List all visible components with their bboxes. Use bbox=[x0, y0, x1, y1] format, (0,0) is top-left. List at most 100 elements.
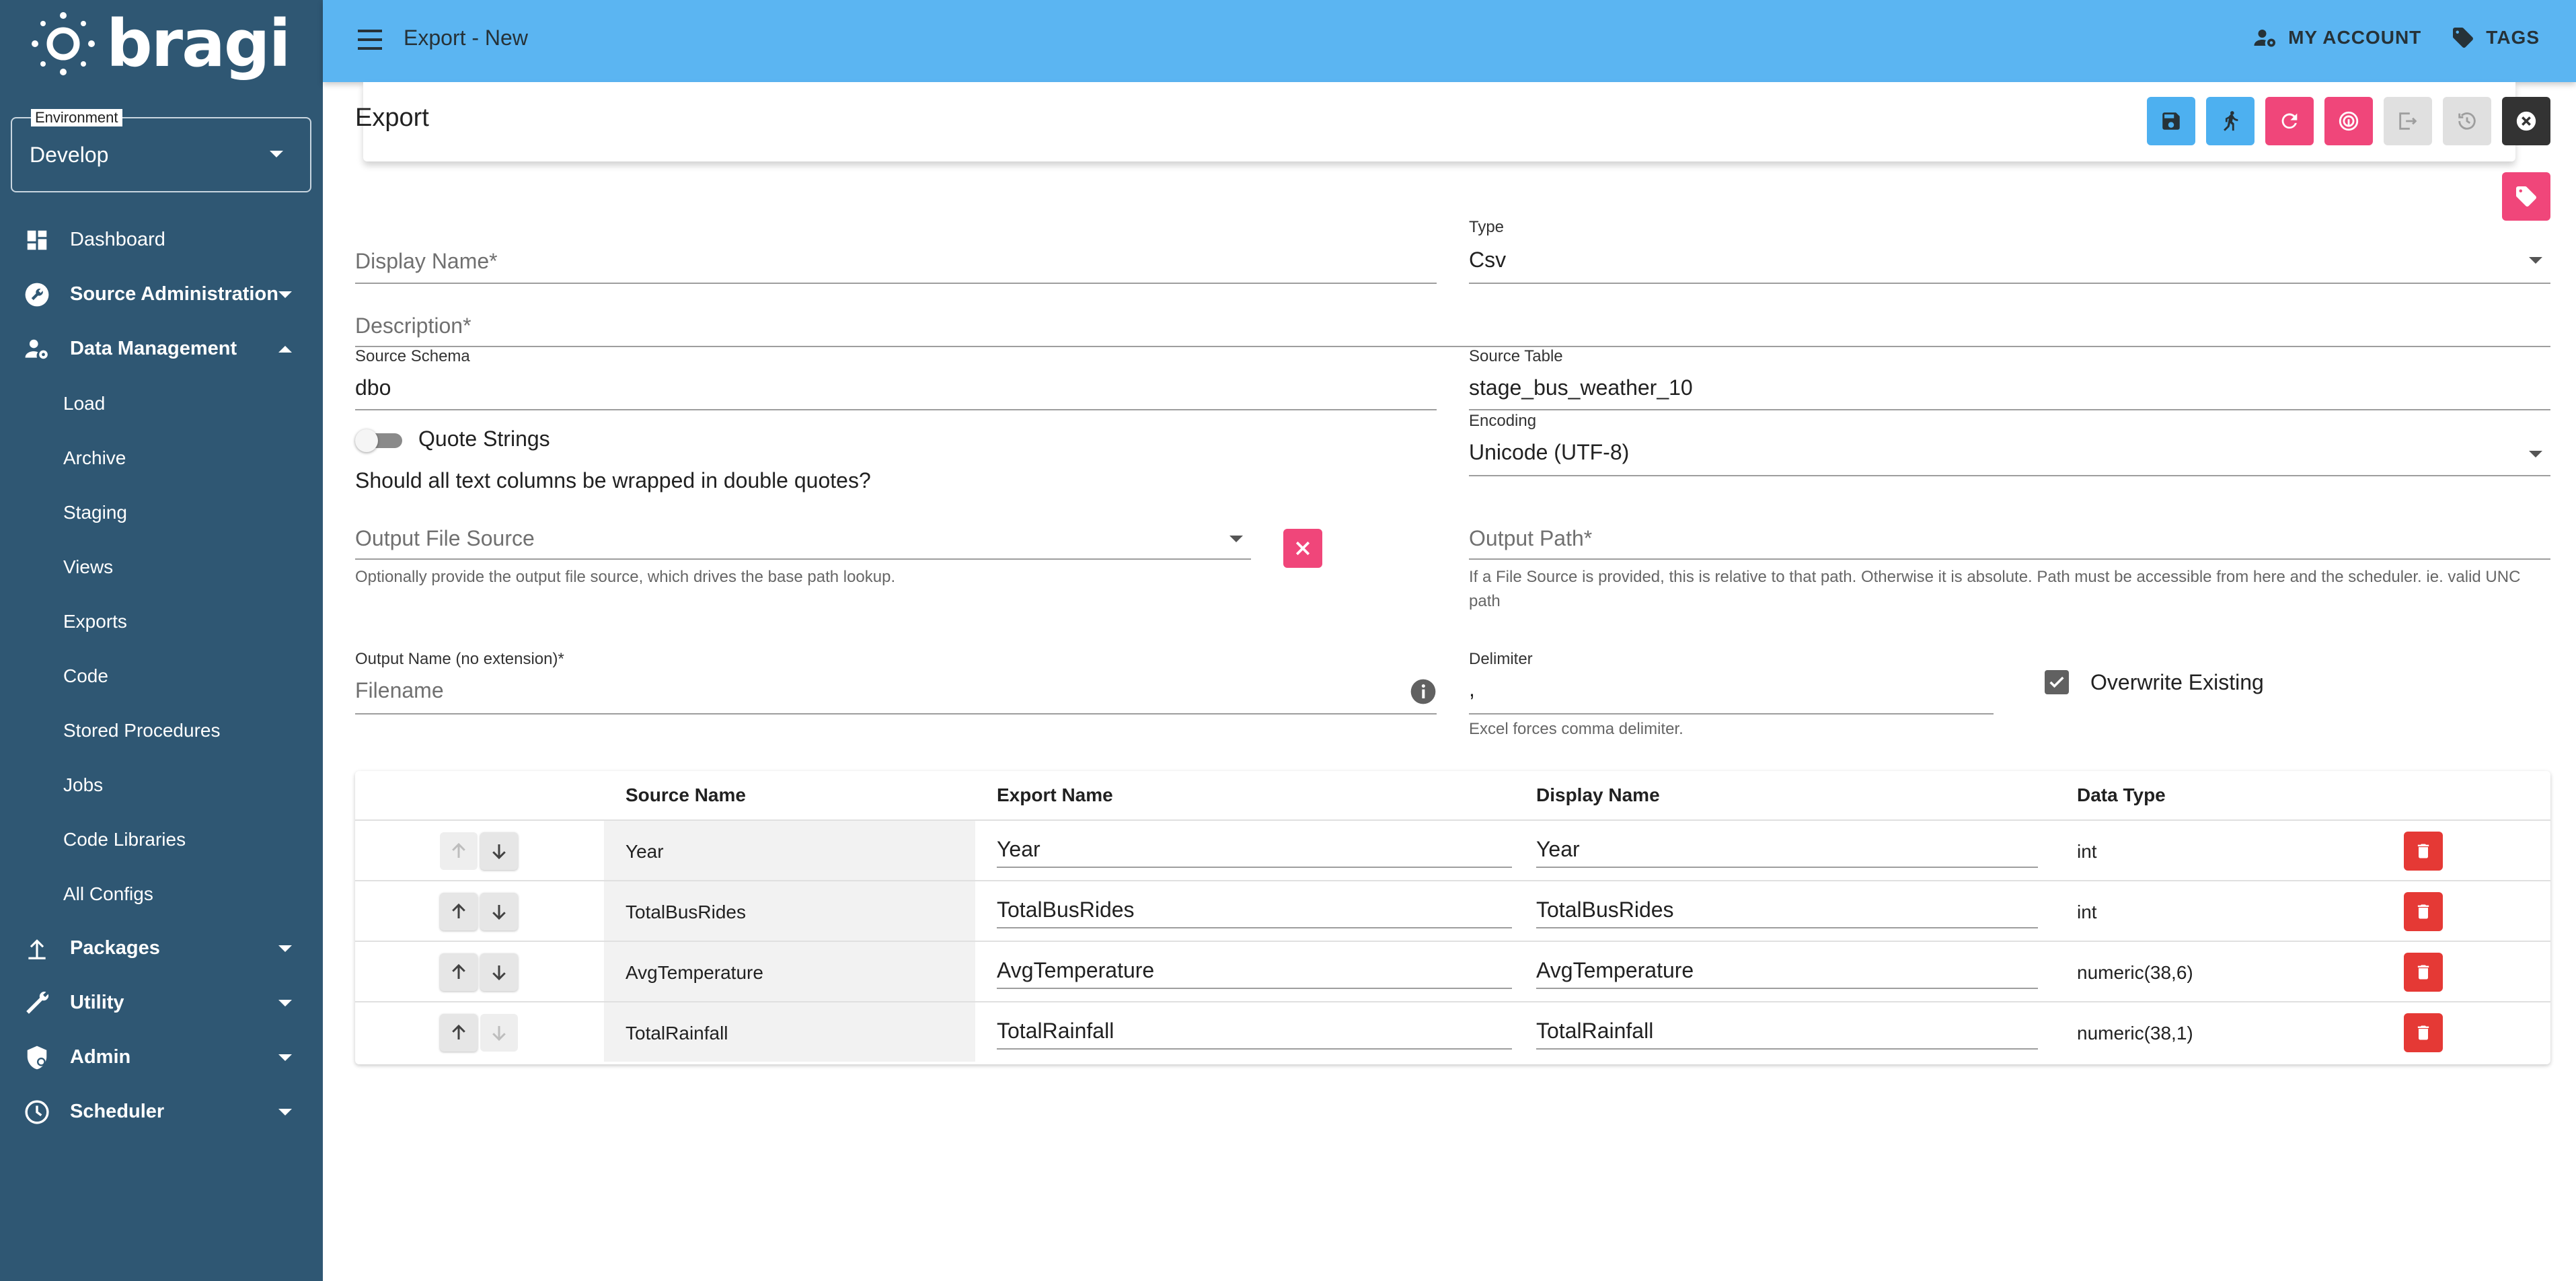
caret-down-icon bbox=[278, 291, 292, 298]
data-type: numeric(38,1) bbox=[2077, 1023, 2193, 1044]
environment-select[interactable]: Environment Develop bbox=[11, 109, 311, 192]
history-button[interactable] bbox=[2443, 97, 2491, 145]
sidebar-subitem-jobs[interactable]: Jobs bbox=[0, 758, 323, 812]
sidebar-item-admin[interactable]: Admin bbox=[0, 1030, 323, 1085]
output-path-hint: If a File Source is provided, this is re… bbox=[1469, 568, 2521, 610]
environment-label: Environment bbox=[31, 109, 122, 126]
data-type: numeric(38,6) bbox=[2077, 962, 2193, 983]
encoding-label: Encoding bbox=[1469, 412, 1537, 430]
sidebar-subitem-exports[interactable]: Exports bbox=[0, 594, 323, 649]
source-schema-field[interactable]: Source Schema dbo bbox=[355, 347, 1437, 412]
tags-button[interactable]: TAGS bbox=[2451, 26, 2540, 50]
close-button[interactable] bbox=[2502, 97, 2550, 145]
sidebar-subitem-code-libraries[interactable]: Code Libraries bbox=[0, 812, 323, 867]
sidebar-subitem-stored-procedures[interactable]: Stored Procedures bbox=[0, 703, 323, 758]
quote-strings-label: Quote Strings bbox=[418, 427, 550, 451]
caret-down-icon bbox=[2529, 451, 2542, 458]
caret-down-icon bbox=[278, 945, 292, 952]
display-name-input[interactable]: TotalRainfall bbox=[1536, 1015, 2038, 1050]
export-button[interactable] bbox=[2384, 97, 2432, 145]
source-name: TotalRainfall bbox=[626, 1023, 728, 1044]
export-name-input[interactable]: TotalRainfall bbox=[997, 1015, 1512, 1050]
tools-icon bbox=[26, 991, 49, 1014]
export-name-input[interactable]: AvgTemperature bbox=[997, 954, 1512, 989]
output-name-label: Output Name (no extension)* bbox=[355, 650, 564, 668]
caret-down-icon bbox=[1229, 536, 1243, 542]
sidebar-subitem-all-configs[interactable]: All Configs bbox=[0, 867, 323, 921]
app-logo[interactable]: bragi bbox=[30, 6, 291, 81]
arrow-down-icon bbox=[492, 965, 506, 981]
sidebar-subitem-archive[interactable]: Archive bbox=[0, 431, 323, 485]
display-name-field[interactable]: Display Name* bbox=[355, 245, 1437, 285]
menu-icon[interactable] bbox=[358, 30, 382, 50]
display-name-placeholder: Display Name* bbox=[355, 249, 498, 273]
data-type: int bbox=[2077, 902, 2097, 922]
description-field[interactable]: Description* bbox=[355, 309, 2550, 350]
source-table-field[interactable]: Source Table stage_bus_weather_10 bbox=[1469, 347, 2550, 412]
delete-row-button[interactable] bbox=[2404, 892, 2443, 931]
move-down-button[interactable] bbox=[480, 1014, 518, 1052]
info-icon[interactable] bbox=[1410, 678, 1437, 705]
refresh-button[interactable] bbox=[2265, 97, 2314, 145]
sidebar-item-scheduler[interactable]: Scheduler bbox=[0, 1085, 323, 1139]
delete-row-button[interactable] bbox=[2404, 832, 2443, 871]
delete-row-button[interactable] bbox=[2404, 1013, 2443, 1052]
sidebar-subitem-code[interactable]: Code bbox=[0, 649, 323, 703]
sidebar-subitem-staging[interactable]: Staging bbox=[0, 485, 323, 540]
display-name-input[interactable]: Year bbox=[1536, 833, 2038, 868]
delete-row-button[interactable] bbox=[2404, 953, 2443, 992]
trash-icon bbox=[2417, 1025, 2429, 1040]
sidebar-item-source-administration[interactable]: Source Administration bbox=[0, 267, 323, 322]
column-header-display-name: Display Name bbox=[1536, 784, 1660, 805]
column-header-export-name: Export Name bbox=[997, 784, 1113, 805]
sidebar-item-packages[interactable]: Packages bbox=[0, 921, 323, 976]
type-value: Csv bbox=[1469, 248, 1507, 272]
source-name: AvgTemperature bbox=[626, 962, 763, 983]
column-header-data-type: Data Type bbox=[2077, 784, 2166, 805]
sidebar-subitem-views[interactable]: Views bbox=[0, 540, 323, 594]
export-name-input[interactable]: TotalBusRides bbox=[997, 893, 1512, 928]
table-row: TotalBusRides TotalBusRides TotalBusRide… bbox=[355, 880, 2550, 941]
move-up-button[interactable] bbox=[440, 832, 478, 870]
sidebar-item-label: Source Administration bbox=[70, 283, 278, 305]
sidebar-subitem-load[interactable]: Load bbox=[0, 376, 323, 431]
sidebar-nav: Dashboard Source Administration Data Man… bbox=[0, 213, 323, 1139]
sidebar-item-dashboard[interactable]: Dashboard bbox=[0, 213, 323, 267]
user-gear-icon bbox=[25, 339, 48, 359]
move-up-button[interactable] bbox=[440, 953, 478, 991]
display-name-input[interactable]: TotalBusRides bbox=[1536, 893, 2038, 928]
display-name-input[interactable]: AvgTemperature bbox=[1536, 954, 2038, 989]
overwrite-existing-checkbox[interactable] bbox=[2045, 670, 2069, 694]
app-bar-title: Export - New bbox=[404, 26, 528, 50]
columns-table: Source Name Export Name Display Name Dat… bbox=[355, 771, 2550, 1064]
delimiter-field[interactable]: Delimiter , Excel forces comma delimiter… bbox=[1469, 650, 1994, 744]
my-account-button[interactable]: MY ACCOUNT bbox=[2253, 26, 2421, 50]
arrow-up-icon bbox=[452, 903, 465, 918]
sidebar-item-data-management[interactable]: Data Management bbox=[0, 322, 323, 376]
sidebar-item-utility[interactable]: Utility bbox=[0, 976, 323, 1030]
delimiter-label: Delimiter bbox=[1469, 650, 1533, 668]
type-select[interactable]: Type Csv bbox=[1469, 218, 2550, 285]
move-down-button[interactable] bbox=[480, 832, 518, 870]
trash-icon bbox=[2417, 844, 2429, 858]
table-row: AvgTemperature AvgTemperature AvgTempera… bbox=[355, 941, 2550, 1001]
output-name-field[interactable]: Output Name (no extension)* Filename bbox=[355, 650, 1437, 717]
encoding-select[interactable]: Encoding Unicode (UTF-8) bbox=[1469, 412, 2550, 476]
column-header-source-name: Source Name bbox=[626, 784, 746, 805]
output-file-source-select[interactable]: Output File Source Optionally provide th… bbox=[355, 526, 1251, 593]
move-down-button[interactable] bbox=[480, 953, 518, 991]
save-button[interactable] bbox=[2147, 97, 2195, 145]
move-up-button[interactable] bbox=[440, 893, 478, 930]
arrow-up-icon bbox=[452, 963, 465, 979]
output-path-field[interactable]: Output Path* If a File Source is provide… bbox=[1469, 526, 2550, 620]
clear-file-source-button[interactable] bbox=[1283, 529, 1322, 568]
table-row: Year Year Year int bbox=[355, 819, 2550, 880]
add-tag-button[interactable] bbox=[2502, 172, 2550, 221]
output-file-source-placeholder: Output File Source bbox=[355, 526, 535, 550]
fingerprint-button[interactable] bbox=[2324, 97, 2373, 145]
move-up-button[interactable] bbox=[440, 1014, 478, 1052]
quote-strings-toggle[interactable] bbox=[355, 429, 402, 452]
move-down-button[interactable] bbox=[480, 893, 518, 930]
export-name-input[interactable]: Year bbox=[997, 833, 1512, 868]
run-button[interactable] bbox=[2206, 97, 2255, 145]
